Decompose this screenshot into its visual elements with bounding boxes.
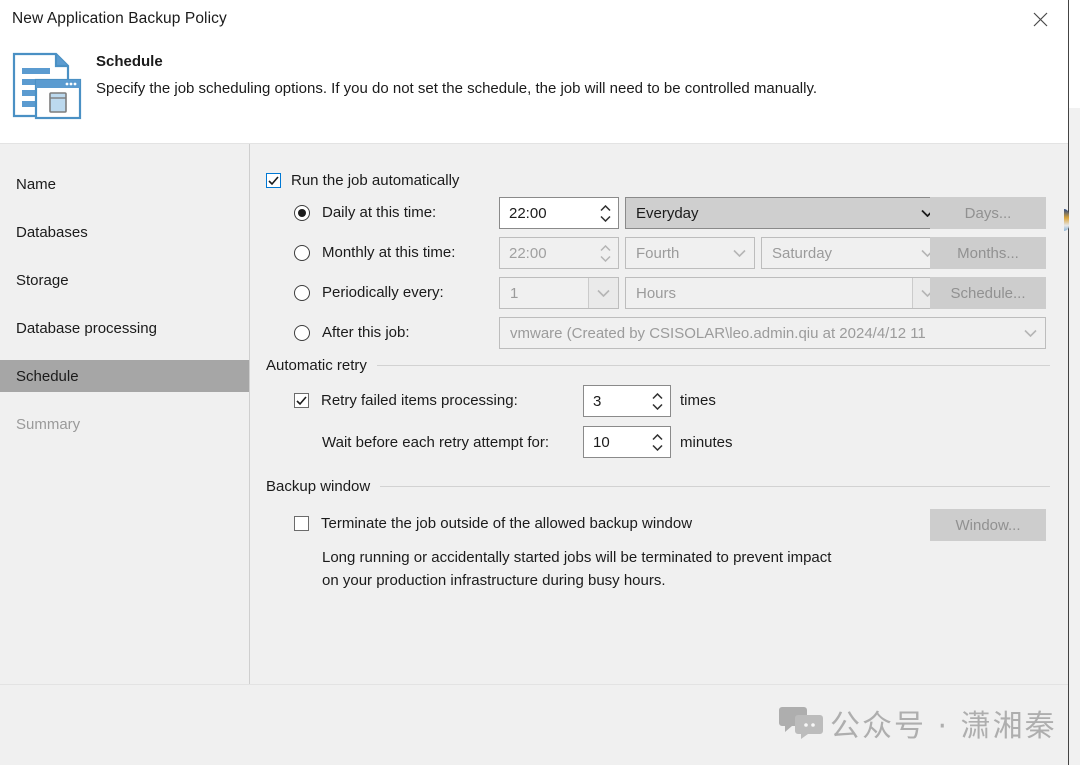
schedule-button-label: Schedule... bbox=[950, 285, 1025, 302]
monthly-label: Monthly at this time: bbox=[322, 244, 455, 261]
terminate-job-label: Terminate the job outside of the allowed… bbox=[321, 515, 692, 532]
sidebar-item-name[interactable]: Name bbox=[0, 168, 249, 200]
page-description: Specify the job scheduling options. If y… bbox=[96, 80, 817, 97]
run-automatically-label: Run the job automatically bbox=[291, 172, 459, 189]
monthly-day-combo: Saturday bbox=[761, 237, 943, 269]
after-job-label: After this job: bbox=[322, 324, 410, 341]
run-automatically-row[interactable]: Run the job automatically bbox=[266, 172, 459, 189]
backup-window-note-line2: on your production infrastructure during… bbox=[322, 572, 666, 589]
periodically-count-combo: 1 bbox=[499, 277, 619, 309]
sidebar-item-summary: Summary bbox=[0, 408, 249, 440]
monthly-day-value: Saturday bbox=[762, 245, 912, 262]
periodically-radio-row[interactable]: Periodically every: bbox=[294, 284, 444, 301]
monthly-week-combo: Fourth bbox=[625, 237, 755, 269]
months-button: Months... bbox=[930, 237, 1046, 269]
retry-failed-checkbox[interactable] bbox=[294, 393, 309, 408]
retry-times-spinner[interactable]: 3 bbox=[583, 385, 671, 417]
daily-days-combo[interactable]: Everyday bbox=[625, 197, 943, 229]
window-title: New Application Backup Policy bbox=[12, 10, 227, 28]
sidebar-item-label: Schedule bbox=[16, 368, 79, 385]
window-right-fill bbox=[1069, 0, 1080, 765]
automatic-retry-group-header: Automatic retry bbox=[266, 357, 1050, 374]
monthly-radio-row[interactable]: Monthly at this time: bbox=[294, 244, 455, 261]
automatic-retry-label: Automatic retry bbox=[266, 357, 377, 374]
after-job-value: vmware (Created by CSISOLAR\leo.admin.qi… bbox=[500, 325, 1015, 342]
spinner-arrows[interactable] bbox=[592, 198, 618, 228]
daily-time-spinner[interactable]: 22:00 bbox=[499, 197, 619, 229]
sidebar-item-database-processing[interactable]: Database processing bbox=[0, 312, 249, 344]
group-rule bbox=[377, 365, 1050, 366]
spinner-arrows[interactable] bbox=[644, 427, 670, 457]
run-automatically-checkbox[interactable] bbox=[266, 173, 281, 188]
periodically-count-value: 1 bbox=[500, 285, 588, 302]
retry-times-unit: times bbox=[680, 392, 716, 409]
spinner-arrows[interactable] bbox=[644, 386, 670, 416]
sidebar-item-storage[interactable]: Storage bbox=[0, 264, 249, 296]
chevron-down-icon bbox=[1015, 329, 1045, 337]
radio-dot bbox=[298, 209, 306, 217]
sidebar-item-label: Name bbox=[16, 176, 56, 193]
periodically-unit-value: Hours bbox=[626, 285, 912, 302]
page-header: Schedule Specify the job scheduling opti… bbox=[0, 40, 1068, 143]
periodically-unit-combo: Hours bbox=[625, 277, 943, 309]
chevron-down-icon bbox=[588, 278, 618, 308]
backup-window-label: Backup window bbox=[266, 478, 380, 495]
schedule-button: Schedule... bbox=[930, 277, 1046, 309]
wait-minutes-spinner[interactable]: 10 bbox=[583, 426, 671, 458]
daily-radio[interactable] bbox=[294, 205, 310, 221]
window-button: Window... bbox=[930, 509, 1046, 541]
after-job-combo: vmware (Created by CSISOLAR\leo.admin.qi… bbox=[499, 317, 1046, 349]
title-bar: New Application Backup Policy bbox=[0, 0, 1080, 40]
monthly-time-spinner: 22:00 bbox=[499, 237, 619, 269]
daily-label: Daily at this time: bbox=[322, 204, 436, 221]
periodically-label: Periodically every: bbox=[322, 284, 444, 301]
group-rule bbox=[380, 486, 1050, 487]
wait-minutes-unit: minutes bbox=[680, 434, 733, 451]
sidebar-item-label: Databases bbox=[16, 224, 88, 241]
backup-window-group-header: Backup window bbox=[266, 478, 1050, 495]
daily-radio-row[interactable]: Daily at this time: bbox=[294, 204, 436, 221]
terminate-job-row[interactable]: Terminate the job outside of the allowed… bbox=[294, 515, 692, 532]
monthly-time-value: 22:00 bbox=[500, 245, 592, 262]
backup-window-note-line1: Long running or accidentally started job… bbox=[322, 549, 831, 566]
days-button-label: Days... bbox=[965, 205, 1012, 222]
document-database-icon bbox=[8, 48, 84, 122]
wait-retry-label: Wait before each retry attempt for: bbox=[322, 434, 549, 451]
monthly-radio[interactable] bbox=[294, 245, 310, 261]
dialog-window: New Application Backup Policy bbox=[0, 0, 1080, 765]
monthly-week-value: Fourth bbox=[626, 245, 724, 262]
schedule-settings-panel: Run the job automatically Daily at this … bbox=[250, 144, 1068, 684]
sidebar-item-label: Summary bbox=[16, 416, 80, 433]
daily-time-value: 22:00 bbox=[500, 205, 592, 222]
periodically-radio[interactable] bbox=[294, 285, 310, 301]
terminate-job-checkbox[interactable] bbox=[294, 516, 309, 531]
edge-indicator bbox=[1064, 209, 1069, 231]
dialog-footer: < Previous Apply Finish Cancel bbox=[0, 685, 1068, 765]
months-button-label: Months... bbox=[957, 245, 1019, 262]
retry-failed-row[interactable]: Retry failed items processing: bbox=[294, 392, 518, 409]
sidebar-item-databases[interactable]: Databases bbox=[0, 216, 249, 248]
spinner-arrows bbox=[592, 238, 618, 268]
sidebar-item-label: Database processing bbox=[16, 320, 157, 337]
window-right-fill-top bbox=[1069, 0, 1080, 108]
close-icon[interactable] bbox=[1016, 0, 1064, 38]
sidebar-item-schedule[interactable]: Schedule bbox=[0, 360, 249, 392]
after-job-radio-row[interactable]: After this job: bbox=[294, 324, 410, 341]
wait-minutes-value: 10 bbox=[584, 434, 644, 451]
wizard-steps-sidebar: Name Databases Storage Database processi… bbox=[0, 144, 249, 684]
sidebar-item-label: Storage bbox=[16, 272, 69, 289]
page-title: Schedule bbox=[96, 53, 163, 70]
retry-failed-label: Retry failed items processing: bbox=[321, 392, 518, 409]
chevron-down-icon bbox=[724, 249, 754, 257]
days-button: Days... bbox=[930, 197, 1046, 229]
window-button-label: Window... bbox=[955, 517, 1020, 534]
after-job-radio[interactable] bbox=[294, 325, 310, 341]
daily-days-value: Everyday bbox=[626, 205, 912, 222]
retry-times-value: 3 bbox=[584, 393, 644, 410]
